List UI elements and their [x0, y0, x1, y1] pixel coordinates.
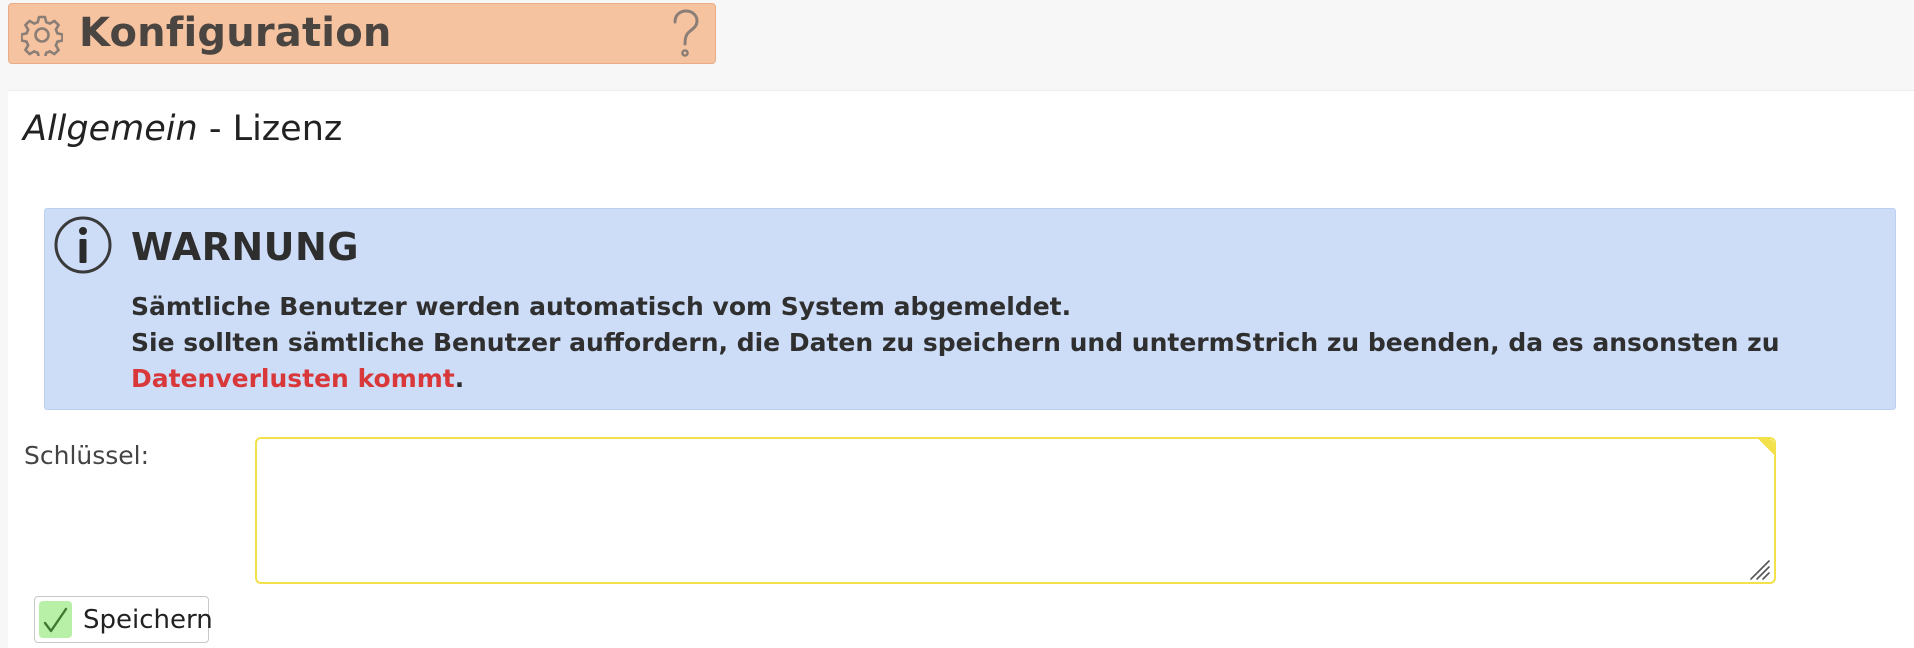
- warning-message: Sämtliche Benutzer werden automatisch vo…: [131, 289, 1871, 397]
- warning-highlight: Datenverlusten kommt: [131, 364, 455, 393]
- question-mark-icon[interactable]: [667, 8, 703, 60]
- save-button[interactable]: Speichern: [34, 596, 213, 643]
- warning-box: WARNUNG Sämtliche Benutzer werden automa…: [44, 208, 1896, 410]
- warning-line-1: Sämtliche Benutzer werden automatisch vo…: [131, 292, 1072, 321]
- checkmark-icon: [39, 601, 72, 638]
- license-key-field[interactable]: [255, 437, 1776, 584]
- page-header: Konfiguration: [8, 3, 716, 64]
- warning-line-2-end: .: [454, 364, 465, 393]
- breadcrumb-section: Allgemein: [23, 109, 198, 149]
- main-panel: Allgemein - Lizenz WARNUNG Sämtliche Ben…: [8, 90, 1914, 648]
- breadcrumb: Allgemein - Lizenz: [23, 109, 342, 149]
- save-label: Speichern: [83, 605, 213, 635]
- warning-title: WARNUNG: [131, 225, 360, 269]
- page-title: Konfiguration: [79, 10, 392, 56]
- warning-line-2: Sie sollten sämtliche Benutzer aufforder…: [131, 328, 1780, 357]
- breadcrumb-page: Lizenz: [232, 109, 343, 149]
- breadcrumb-separator: -: [197, 109, 233, 149]
- key-label: Schlüssel:: [24, 441, 150, 470]
- info-icon: [53, 215, 113, 275]
- gear-icon: [20, 14, 64, 60]
